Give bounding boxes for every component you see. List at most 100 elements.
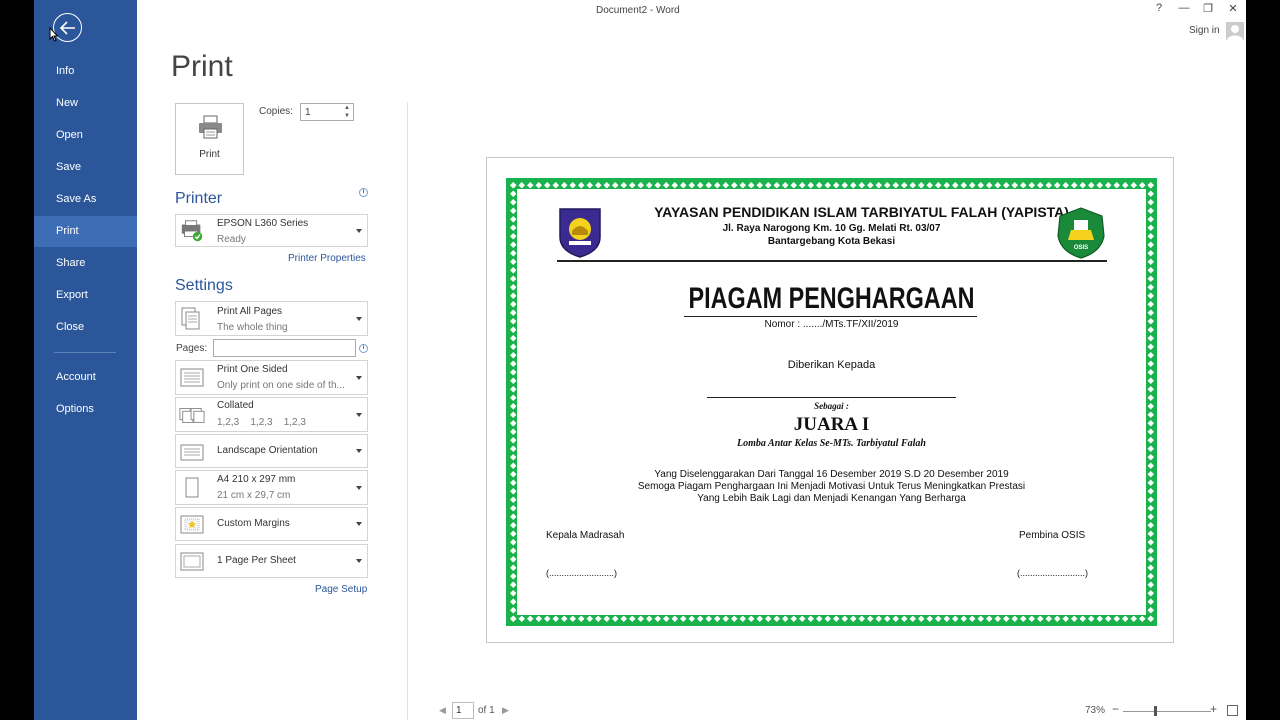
sides-desc: Only print on one side of th... [217,380,345,391]
header-rule [557,260,1107,262]
print-range-dropdown[interactable]: Print All Pages The whole thing [175,301,368,336]
collation-desc: 1,2,3 1,2,3 1,2,3 [217,417,306,428]
zoom-in-button[interactable]: + [1210,702,1217,716]
paper-icon [185,477,199,498]
sidebar-item-close[interactable]: Close [34,312,137,343]
mouse-cursor-icon [49,27,59,42]
sidebar-item-save-as[interactable]: Save As [34,184,137,215]
printer-name: EPSON L360 Series [217,218,309,229]
column-divider [407,102,408,720]
sidebar-item-export[interactable]: Export [34,280,137,311]
avatar[interactable] [1226,22,1244,40]
sign-in-link[interactable]: Sign in [1189,25,1220,36]
sides-dropdown[interactable]: Print One Sided Only print on one side o… [175,360,368,395]
chevron-down-icon [356,486,362,490]
print-preview-page: YAYASAN PENDIDIKAN ISLAM TARBIYATUL FALA… [486,157,1174,643]
printer-properties-link[interactable]: Printer Properties [288,253,366,264]
print-button[interactable]: Print [175,103,244,175]
pages-input[interactable] [213,339,356,357]
sides-value: Print One Sided [217,364,288,375]
pages-icon [181,307,200,330]
certificate-body: YAYASAN PENDIDIKAN ISLAM TARBIYATUL FALA… [517,189,1146,615]
chevron-down-icon [356,449,362,453]
zoom-out-button[interactable]: − [1112,702,1119,716]
paper-size-value: A4 210 x 297 mm [217,474,296,485]
info-icon[interactable]: i [359,344,368,353]
zoom-level[interactable]: 73% [1085,705,1105,716]
next-page-button[interactable]: ▶ [502,705,509,716]
close-button[interactable]: ✕ [1225,2,1241,15]
pages-label: Pages: [176,343,208,354]
collated-icon [179,408,205,423]
sidebar-item-account[interactable]: Account [34,362,137,393]
zoom-slider-thumb[interactable] [1154,706,1157,716]
copies-stepper[interactable]: ▲ ▼ [341,104,353,120]
restore-button[interactable]: ❐ [1200,2,1216,15]
paper-size-dropdown[interactable]: A4 210 x 297 mm 21 cm x 29,7 cm [175,470,368,505]
body-line-3: Yang Lebih Baik Lagi dan Menjadi Kenanga… [697,493,966,504]
award-rank: JUARA I [793,414,870,435]
title-underline [684,316,977,317]
osis-logo: OSIS [1054,206,1108,260]
print-range-desc: The whole thing [217,322,288,333]
osis-logo-text: OSIS [1073,245,1089,251]
certificate-border: YAYASAN PENDIDIKAN ISLAM TARBIYATUL FALA… [506,178,1157,626]
minimize-button[interactable]: — [1176,2,1192,14]
help-button[interactable]: ? [1151,2,1167,14]
backstage-sidebar: Info New Open Save Save As Print Share E… [34,0,137,720]
zoom-to-page-button[interactable] [1227,705,1238,716]
chevron-down-icon [356,376,362,380]
body-line-2: Semoga Piagam Penghargaan Ini Menjadi Mo… [637,481,1026,492]
sidebar-item-info[interactable]: Info [34,56,137,87]
print-range-value: Print All Pages [217,306,283,317]
chevron-down-icon [356,413,362,417]
printer-icon [199,115,222,139]
one-sided-icon [180,368,204,387]
org-address-2: Bantargebang Kota Bekasi [767,236,896,247]
recipient-name-line [707,397,956,398]
page-count: of 1 [478,705,495,716]
page-setup-link[interactable]: Page Setup [315,584,367,595]
user-icon [1227,25,1243,40]
printer-status: Ready [217,234,246,245]
chevron-down-icon [356,229,362,233]
window-title: Document2 - Word [596,5,680,16]
previous-page-button[interactable]: ◀ [439,705,446,716]
competition-name: Lomba Antar Kelas Se-MTs. Tarbiyatul Fal… [737,438,926,449]
margins-value: Custom Margins [217,518,290,529]
orientation-dropdown[interactable]: Landscape Orientation [175,434,368,468]
sidebar-divider [54,352,116,353]
certificate-title: PIAGAM PENGHARGAAN [688,282,975,315]
chevron-down-icon [356,317,362,321]
settings-heading: Settings [175,277,233,294]
chevron-down-icon [356,559,362,563]
paper-size-desc: 21 cm x 29,7 cm [217,490,291,501]
as-label: Sebagai : [814,401,849,411]
margins-dropdown[interactable]: Custom Margins [175,507,368,541]
signatory-left-title: Kepala Madrasah [546,530,625,541]
chevron-down-icon [356,522,362,526]
body-line-1: Yang Diselenggarakan Dari Tanggal 16 Des… [654,469,1009,480]
page-number-input[interactable] [452,702,474,719]
orientation-value: Landscape Orientation [217,445,318,456]
sidebar-item-open[interactable]: Open [34,120,137,151]
zoom-slider-track[interactable] [1123,711,1211,712]
pages-per-sheet-dropdown[interactable]: 1 Page Per Sheet [175,544,368,578]
page-per-sheet-icon [180,552,204,571]
printer-ready-icon [181,220,203,242]
collation-dropdown[interactable]: Collated 1,2,3 1,2,3 1,2,3 [175,397,368,432]
word-backstage: Info New Open Save Save As Print Share E… [34,0,1246,720]
sidebar-item-save[interactable]: Save [34,152,137,183]
sidebar-item-new[interactable]: New [34,88,137,119]
given-to-label: Diberikan Kepada [787,359,876,371]
sidebar-item-share[interactable]: Share [34,248,137,279]
page-title: Print [171,50,233,83]
pages-per-sheet-value: 1 Page Per Sheet [217,555,296,566]
sidebar-item-options[interactable]: Options [34,394,137,425]
margins-icon [180,515,204,534]
info-icon[interactable]: i [359,188,368,197]
sidebar-item-print[interactable]: Print [34,216,137,247]
printer-dropdown[interactable]: EPSON L360 Series Ready [175,214,368,247]
certificate-number: Nomor : ......./MTs.TF/XII/2019 [764,319,899,330]
landscape-icon [180,444,204,461]
